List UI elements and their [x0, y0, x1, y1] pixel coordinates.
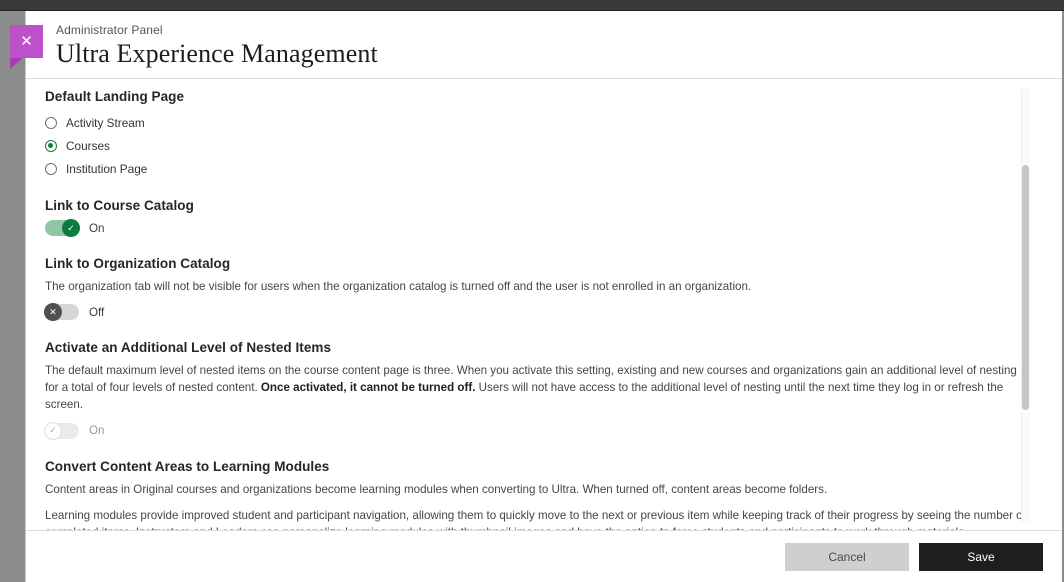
setting-description: The default maximum level of nested item…: [45, 362, 1030, 413]
modal-backdrop-left[interactable]: [0, 11, 25, 582]
setting-description-1: Content areas in Original courses and or…: [45, 481, 1030, 498]
toggle-switch-on[interactable]: ✓: [45, 220, 79, 236]
scrollbar-thumb[interactable]: [1022, 165, 1029, 410]
setting-description-2: Learning modules provide improved studen…: [45, 507, 1030, 530]
setting-title: Activate an Additional Level of Nested I…: [45, 340, 1032, 355]
cancel-button[interactable]: Cancel: [785, 543, 909, 571]
setting-title: Link to Course Catalog: [45, 198, 1032, 213]
panel-scroll-body[interactable]: Default Landing Page Activity Stream Cou…: [26, 79, 1062, 530]
toggle-course-catalog[interactable]: ✓ On: [45, 220, 1032, 236]
panel-footer: Cancel Save: [26, 530, 1062, 582]
setting-title: Link to Organization Catalog: [45, 256, 1032, 271]
spacer: [45, 441, 1032, 459]
close-button-fold-decoration: [10, 58, 23, 69]
description-warning: Once activated, it cannot be turned off.: [261, 381, 476, 394]
radio-option-institution-page[interactable]: Institution Page: [45, 157, 1032, 180]
radio-label: Courses: [66, 139, 110, 153]
close-x-icon: ✕: [20, 34, 33, 49]
save-button[interactable]: Save: [919, 543, 1043, 571]
radio-label: Institution Page: [66, 162, 147, 176]
radio-icon: [45, 163, 57, 175]
toggle-state-label: On: [89, 424, 104, 437]
radio-selected-icon: [45, 140, 57, 152]
cross-icon: ✕: [44, 303, 62, 321]
toggle-switch-off[interactable]: ✕: [45, 304, 79, 320]
radio-option-activity-stream[interactable]: Activity Stream: [45, 111, 1032, 134]
toggle-nested-items: ✓ On: [45, 423, 1032, 439]
setting-link-to-course-catalog: Link to Course Catalog ✓ On: [45, 198, 1032, 236]
setting-convert-content-areas: Convert Content Areas to Learning Module…: [45, 459, 1032, 530]
toggle-state-label: Off: [89, 306, 104, 319]
radio-label: Activity Stream: [66, 116, 145, 130]
setting-title: Convert Content Areas to Learning Module…: [45, 459, 1032, 474]
header-text-group: Administrator Panel Ultra Experience Man…: [56, 23, 378, 69]
spacer: [45, 180, 1032, 198]
radio-icon: [45, 117, 57, 129]
screen: ✕ Administrator Panel Ultra Experience M…: [0, 0, 1064, 582]
setting-default-landing-page: Default Landing Page Activity Stream Cou…: [45, 89, 1032, 180]
breadcrumb: Administrator Panel: [56, 23, 378, 37]
radio-option-courses[interactable]: Courses: [45, 134, 1032, 157]
setting-description: The organization tab will not be visible…: [45, 278, 1030, 295]
close-panel-button[interactable]: ✕: [10, 25, 43, 58]
toggle-switch-disabled: ✓: [45, 423, 79, 439]
settings-list: Default Landing Page Activity Stream Cou…: [45, 89, 1032, 522]
page-title: Ultra Experience Management: [56, 39, 378, 69]
setting-title: Default Landing Page: [45, 89, 1032, 104]
spacer: [45, 238, 1032, 256]
panel-header: ✕ Administrator Panel Ultra Experience M…: [26, 11, 1062, 79]
setting-link-to-organization-catalog: Link to Organization Catalog The organiz…: [45, 256, 1032, 320]
toggle-organization-catalog[interactable]: ✕ Off: [45, 304, 1032, 320]
check-icon: ✓: [62, 219, 80, 237]
toggle-state-label: On: [89, 222, 104, 235]
spacer: [45, 322, 1032, 340]
setting-nested-items: Activate an Additional Level of Nested I…: [45, 340, 1032, 438]
browser-top-bar: [0, 0, 1064, 11]
admin-panel: ✕ Administrator Panel Ultra Experience M…: [25, 11, 1062, 582]
check-icon: ✓: [44, 422, 62, 440]
